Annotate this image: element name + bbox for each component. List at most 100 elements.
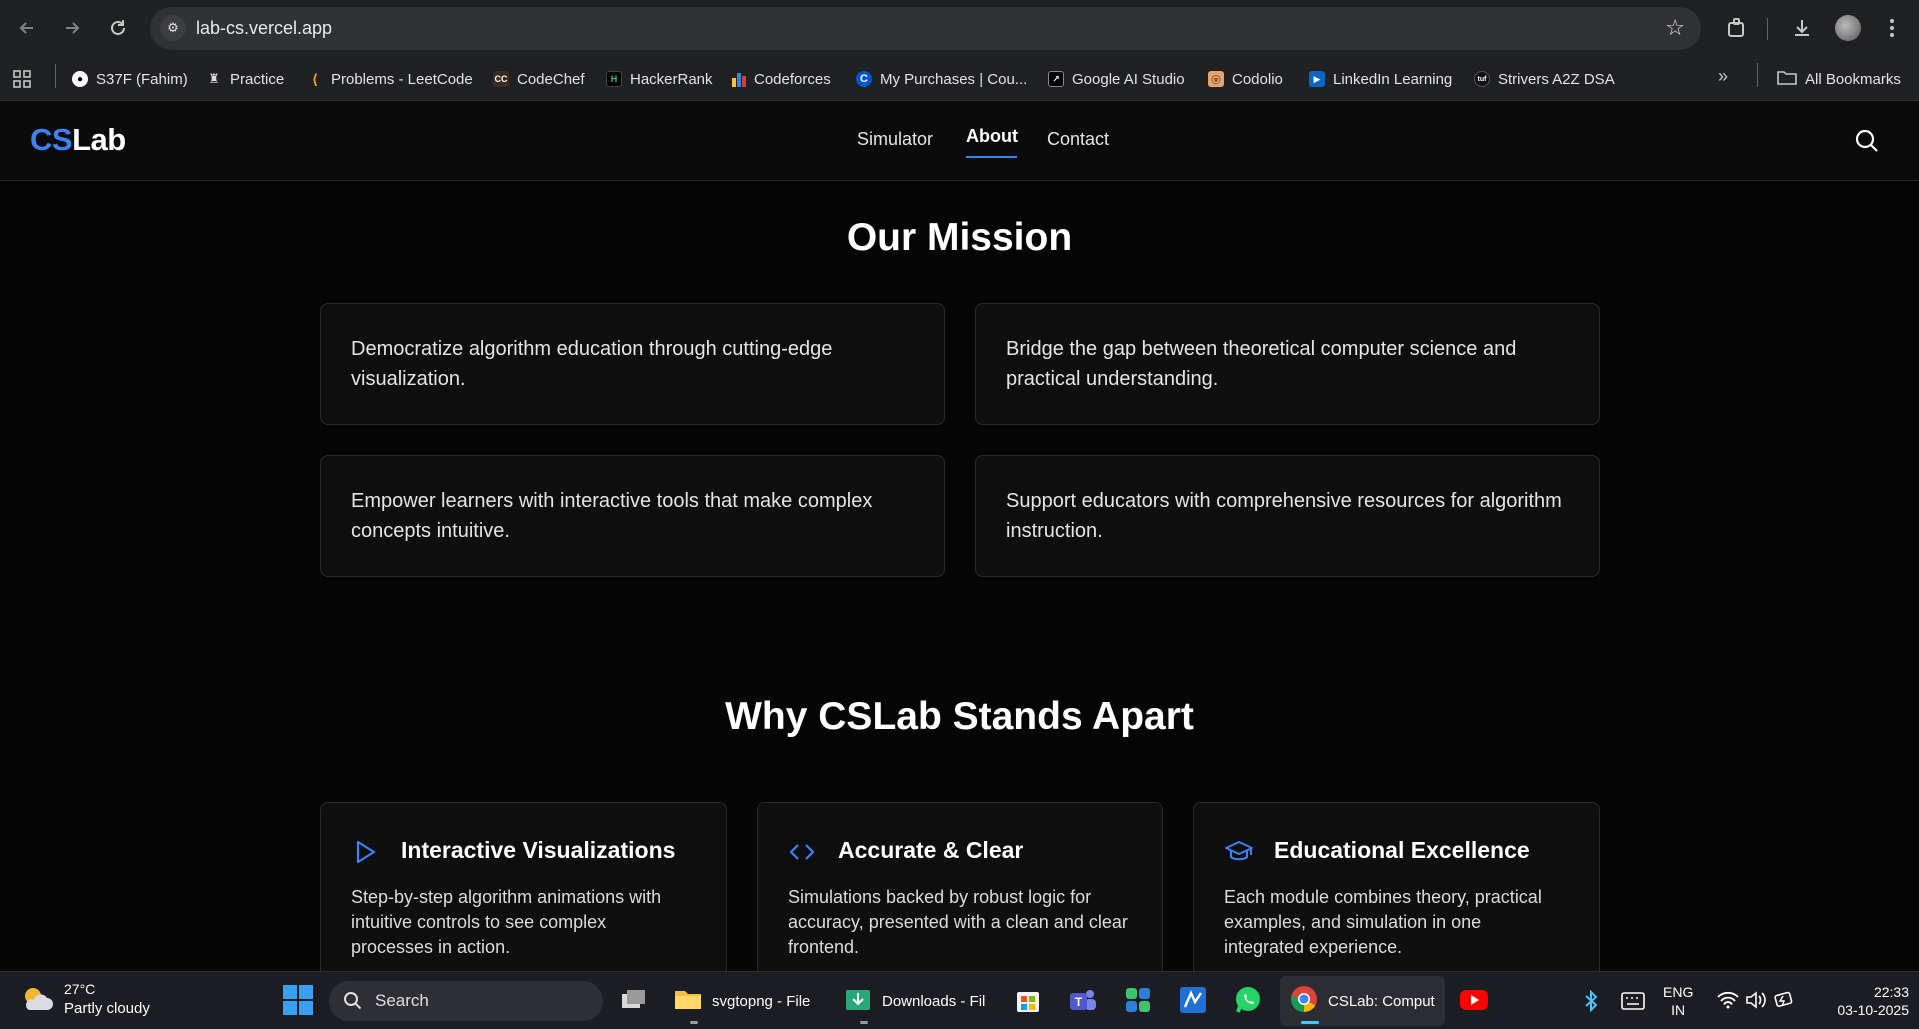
codeforces-icon [732, 71, 746, 87]
folder-icon [1777, 69, 1797, 89]
bookmarks-divider-right [1757, 63, 1758, 87]
clock-time: 22:33 [1873, 984, 1909, 1000]
mission-text: Democratize algorithm education through … [351, 338, 833, 390]
leetcode-icon: ⟨ [311, 70, 319, 87]
downloads-icon[interactable] [1787, 13, 1817, 43]
codechef-icon: CC [493, 71, 509, 87]
chrome-icon [1290, 985, 1318, 1017]
url-text: lab-cs.vercel.app [196, 18, 333, 38]
teams-icon[interactable]: T [1065, 982, 1101, 1018]
nav-simulator[interactable]: Simulator [857, 129, 933, 150]
site-info-icon[interactable]: ⚙ [160, 15, 186, 41]
taskbar-app-chrome[interactable]: CSLab: Comput [1280, 976, 1445, 1026]
mission-card: Empower learners with interactive tools … [320, 455, 945, 577]
weather-temp: 27°C [64, 981, 96, 997]
menu-kebab-icon[interactable] [1877, 13, 1907, 43]
coursera-icon: C [856, 71, 872, 87]
lang-top: ENG [1663, 984, 1694, 1000]
taskbar: 27°C Partly cloudy Search svgtopng - Fil… [0, 971, 1919, 1029]
bookmark-label: LinkedIn Learning [1333, 70, 1453, 88]
back-icon[interactable] [12, 13, 42, 43]
bookmark-codechef[interactable]: CC CodeChef [493, 66, 585, 92]
feature-description: Simulations backed by robust logic for a… [788, 887, 1128, 957]
bookmark-label: Codeforces [754, 70, 831, 88]
profile-avatar[interactable] [1835, 15, 1861, 41]
extensions-icon[interactable] [1722, 13, 1752, 43]
logo-cs: CS [30, 122, 73, 157]
code-icon [788, 838, 816, 866]
microsoft-store-icon[interactable] [1010, 982, 1046, 1018]
feature-description: Each module combines theory, practical e… [1224, 887, 1542, 957]
clock[interactable]: 22:33 03-10-2025 [1813, 983, 1909, 1019]
running-indicator [1301, 1021, 1319, 1024]
bookmark-star-icon[interactable]: ☆ [1665, 15, 1685, 41]
nav-active-underline [966, 156, 1017, 158]
logo-lab: Lab [72, 122, 126, 157]
file-explorer-icon [674, 987, 702, 1015]
apps-grid-icon[interactable] [13, 70, 31, 93]
mission-heading: Our Mission [846, 216, 1073, 259]
whatsapp-icon[interactable] [1230, 982, 1266, 1018]
battery-icon[interactable] [1773, 990, 1795, 1015]
bookmark-codeforces[interactable]: Codeforces [732, 66, 831, 92]
linkedin-learning-icon: ▶ [1309, 71, 1325, 87]
bookmark-codolio[interactable]: ⓞ Codolio [1208, 66, 1283, 92]
running-indicator [690, 1021, 698, 1024]
taskbar-search[interactable]: Search [329, 981, 603, 1021]
volume-icon[interactable] [1745, 991, 1767, 1014]
bookmark-label: My Purchases | Cou... [880, 70, 1028, 88]
windows-start-icon[interactable] [282, 984, 314, 1021]
codolio-icon: ⓞ [1208, 71, 1224, 87]
task-view-icon[interactable] [616, 982, 652, 1018]
mission-card: Democratize algorithm education through … [320, 303, 945, 425]
app-blue-m-icon[interactable] [1175, 982, 1211, 1018]
mission-card: Support educators with comprehensive res… [975, 455, 1600, 577]
bookmark-practice[interactable]: ♜ Practice [206, 66, 284, 92]
svg-text:T: T [1075, 995, 1083, 1009]
site-logo[interactable]: CSLab [30, 122, 126, 158]
bookmark-label: Practice [230, 70, 285, 88]
features-heading: Why CSLab Stands Apart [725, 695, 1194, 738]
mission-text: Support educators with comprehensive res… [1006, 490, 1562, 542]
search-placeholder: Search [375, 991, 429, 1010]
feature-card: Educational Excellence Each module combi… [1193, 802, 1600, 971]
site-header: CSLab Simulator About Contact [0, 101, 1919, 181]
bookmark-my-purchases[interactable]: C My Purchases | Cou... [856, 66, 1027, 92]
nav-contact[interactable]: Contact [1047, 129, 1109, 150]
bookmark-linkedin-learning[interactable]: ▶ LinkedIn Learning [1309, 66, 1452, 92]
forward-icon[interactable] [57, 13, 87, 43]
bookmarks-divider [55, 64, 56, 88]
weather-partly-cloudy-icon[interactable] [20, 984, 54, 1014]
bookmark-github[interactable]: ● S37F (Fahim) [72, 66, 188, 92]
address-bar[interactable]: ⚙ lab-cs.vercel.app ☆ [150, 7, 1701, 50]
all-bookmarks-button[interactable]: All Bookmarks [1777, 66, 1901, 92]
bookmark-hackerrank[interactable]: H HackerRank [606, 66, 713, 92]
language-indicator[interactable]: ENG IN [1663, 983, 1693, 1019]
taskbar-app-downloads[interactable]: Downloads - Fil [834, 976, 995, 1026]
bookmark-leetcode[interactable]: ⟨ Problems - LeetCode [307, 66, 473, 92]
downloads-icon [844, 986, 872, 1016]
bookmark-google-ai-studio[interactable]: ↗ Google AI Studio [1048, 66, 1185, 92]
nav-about[interactable]: About [966, 126, 1018, 147]
bookmark-label: Problems - LeetCode [331, 70, 473, 88]
bookmark-label: Strivers A2Z DSA [1498, 70, 1615, 88]
youtube-icon[interactable] [1456, 982, 1492, 1018]
hackerrank-icon: H [606, 71, 622, 87]
bookmark-strivers[interactable]: tuf Strivers A2Z DSA [1474, 66, 1615, 92]
feature-title: Interactive Visualizations [401, 837, 676, 863]
mission-text: Bridge the gap between theoretical compu… [1006, 338, 1517, 390]
app-green-tiles-icon[interactable] [1120, 982, 1156, 1018]
bookmark-label: Google AI Studio [1072, 70, 1185, 88]
more-bookmarks-icon[interactable]: » [1718, 66, 1728, 87]
wifi-icon[interactable] [1717, 991, 1739, 1014]
taskbar-app-file-explorer[interactable]: svgtopng - File [664, 976, 820, 1026]
feature-title: Educational Excellence [1274, 837, 1530, 863]
bookmark-label: S37F (Fahim) [96, 70, 188, 88]
bluetooth-icon[interactable] [1583, 989, 1599, 1017]
bookmark-label: Codolio [1232, 70, 1283, 88]
search-icon [343, 991, 363, 1016]
keyboard-icon[interactable] [1621, 992, 1645, 1015]
reload-icon[interactable] [103, 13, 133, 43]
play-icon [351, 838, 379, 866]
search-icon[interactable] [1853, 127, 1881, 155]
